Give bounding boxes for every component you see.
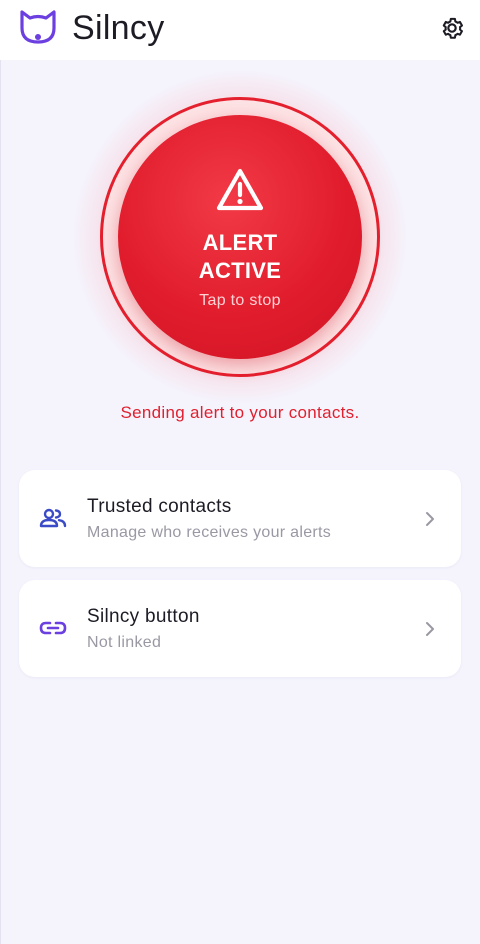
alert-subtitle: Tap to stop — [199, 292, 281, 309]
silncy-button-card[interactable]: Silncy button Not linked — [19, 580, 461, 677]
cat-logo-icon — [18, 6, 58, 46]
app-title: Silncy — [72, 9, 165, 47]
card-title: Silncy button — [87, 606, 200, 627]
gear-icon[interactable] — [438, 14, 466, 42]
alert-section: ALERT ACTIVE Tap to stop — [70, 67, 410, 407]
card-subtitle: Manage who receives your alerts — [87, 524, 332, 541]
alert-stop-button[interactable]: ALERT ACTIVE Tap to stop — [118, 115, 362, 359]
alert-title-line2: ACTIVE — [198, 258, 282, 283]
card-title: Trusted contacts — [87, 496, 232, 517]
people-icon — [39, 506, 67, 530]
chevron-right-icon — [423, 510, 437, 528]
status-text: Sending alert to your contacts. — [120, 403, 360, 422]
link-icon — [39, 616, 67, 640]
chevron-right-icon — [423, 620, 437, 638]
warning-icon — [215, 167, 265, 213]
card-subtitle: Not linked — [87, 634, 162, 651]
trusted-contacts-card[interactable]: Trusted contacts Manage who receives you… — [19, 470, 461, 567]
app-header: Silncy — [0, 0, 480, 60]
alert-title: ALERT ACTIVE — [118, 229, 362, 285]
alert-title-line1: ALERT — [202, 230, 278, 255]
left-edge-divider — [0, 60, 1, 944]
